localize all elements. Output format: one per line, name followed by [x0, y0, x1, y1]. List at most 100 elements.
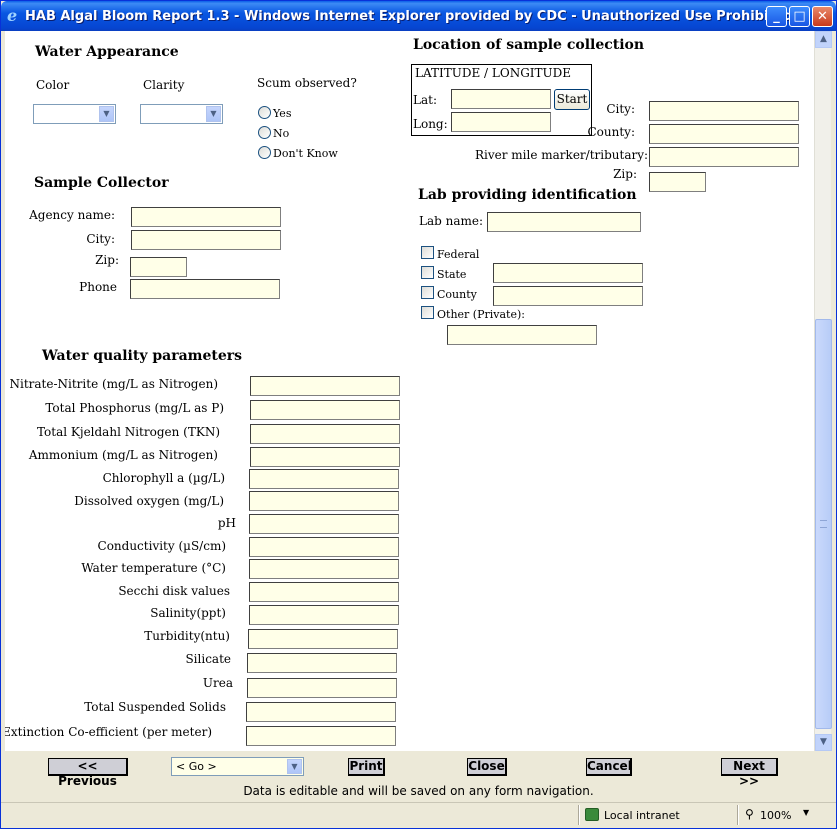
clarity-select[interactable]: ▼: [140, 104, 223, 124]
federal-label: Federal: [437, 248, 480, 261]
water-quality-heading: Water quality parameters: [42, 348, 243, 364]
phone-input[interactable]: [130, 279, 280, 299]
maximize-button[interactable]: □: [789, 6, 810, 27]
cancel-button[interactable]: Cancel: [586, 758, 632, 776]
wq-param-input[interactable]: [247, 678, 397, 698]
lab-county-input[interactable]: [493, 286, 643, 306]
wq-param-input[interactable]: [248, 629, 398, 649]
previous-button[interactable]: << Previous: [48, 758, 128, 788]
collector-city-label: City:: [86, 232, 115, 246]
scroll-up-icon[interactable]: ▲: [815, 31, 832, 48]
county-checkbox[interactable]: [421, 286, 434, 299]
go-select[interactable]: < Go > ▼: [171, 757, 304, 776]
wq-param-label: Turbidity(ntu): [144, 629, 230, 643]
zoom-level[interactable]: 100%: [760, 809, 791, 822]
close-button[interactable]: Close: [467, 758, 507, 776]
other-label: Other (Private):: [437, 308, 525, 321]
scroll-down-icon[interactable]: ▼: [815, 734, 832, 751]
zone-label: Local intranet: [604, 809, 680, 822]
state-checkbox[interactable]: [421, 266, 434, 279]
next-button[interactable]: Next >>: [721, 758, 778, 788]
wq-param-input[interactable]: [249, 491, 399, 511]
lat-label: Lat:: [413, 93, 437, 107]
wq-param-label: Secchi disk values: [118, 584, 230, 598]
sample-collector-heading: Sample Collector: [34, 175, 169, 191]
scum-dontknow-radio[interactable]: [258, 146, 271, 159]
scum-dontknow-label: Don't Know: [273, 147, 338, 160]
wq-param-input[interactable]: [249, 559, 399, 579]
color-select[interactable]: ▼: [33, 104, 116, 124]
wq-param-input[interactable]: [250, 400, 400, 420]
location-city-input[interactable]: [649, 101, 799, 121]
chevron-down-icon: ▼: [99, 106, 114, 122]
status-divider: [578, 805, 580, 825]
wq-param-input[interactable]: [249, 537, 399, 557]
wq-param-label: Urea: [202, 676, 233, 690]
wq-param-input[interactable]: [249, 582, 399, 602]
wq-param-label: Chlorophyll a (µg/L): [102, 471, 225, 485]
wq-param-label: Water temperature (°C): [81, 561, 226, 575]
form-navigation: << Previous < Go > ▼ Print Close Cancel N…: [1, 751, 836, 801]
wq-param-label: Total Kjeldahl Nitrogen (TKN): [36, 425, 220, 439]
lab-heading: Lab providing identification: [418, 187, 637, 203]
chevron-down-icon: ▼: [206, 106, 221, 122]
wq-param-label: Salinity(ppt): [150, 606, 226, 620]
wq-param-label: Ammonium (mg/L as Nitrogen): [28, 448, 218, 462]
state-input[interactable]: [493, 263, 643, 283]
other-input[interactable]: [447, 325, 597, 345]
wq-param-input[interactable]: [250, 376, 400, 396]
county-label: County:: [587, 125, 635, 139]
long-label: Long:: [413, 117, 448, 131]
county-option-label: County: [437, 288, 477, 301]
wq-param-label: Nitrate-Nitrite (mg/L as Nitrogen): [9, 377, 218, 391]
wq-param-input[interactable]: [250, 447, 400, 467]
ie-icon: e: [7, 6, 18, 25]
wq-param-input[interactable]: [249, 605, 399, 625]
location-county-input[interactable]: [649, 124, 799, 144]
agency-label: Agency name:: [29, 208, 115, 222]
location-zip-label: Zip:: [613, 167, 637, 181]
status-divider: [737, 805, 739, 825]
browser-window: e HAB Algal Bloom Report 1.3 - Windows I…: [0, 0, 837, 829]
collector-zip-input[interactable]: [130, 257, 187, 277]
grip-icon: [820, 520, 827, 528]
wq-param-input[interactable]: [246, 726, 396, 746]
close-window-button[interactable]: ✕: [812, 6, 833, 27]
river-input[interactable]: [649, 147, 799, 167]
chevron-down-icon: ▼: [287, 759, 302, 774]
wq-param-label: Dissolved oxygen (mg/L): [74, 494, 224, 508]
lat-input[interactable]: [451, 89, 551, 109]
lab-name-input[interactable]: [487, 212, 641, 232]
long-input[interactable]: [451, 112, 551, 132]
phone-label: Phone: [79, 280, 117, 294]
wq-param-input[interactable]: [247, 653, 397, 673]
wq-param-label: Silicate: [185, 652, 231, 666]
wq-param-label: Total Phosphorus (mg/L as P): [45, 401, 224, 415]
scroll-thumb[interactable]: [815, 319, 832, 729]
collector-zip-label: Zip:: [95, 253, 119, 267]
vertical-scrollbar[interactable]: ▲ ▼: [814, 31, 832, 751]
form-content: Water Appearance Color ▼ Clarity ▼ Scum …: [5, 31, 814, 751]
agency-input[interactable]: [131, 207, 281, 227]
minimize-button[interactable]: _: [766, 6, 787, 27]
title-bar: e HAB Algal Bloom Report 1.3 - Windows I…: [1, 1, 836, 31]
wq-param-input[interactable]: [249, 469, 399, 489]
save-message: Data is editable and will be saved on an…: [243, 784, 594, 798]
river-label: River mile marker/tributary:: [475, 148, 649, 162]
other-checkbox[interactable]: [421, 306, 434, 319]
scum-yes-radio[interactable]: [258, 106, 271, 119]
water-appearance-heading: Water Appearance: [35, 44, 179, 60]
wq-param-label: pH: [217, 516, 236, 530]
chevron-down-icon[interactable]: ▼: [803, 808, 809, 817]
federal-checkbox[interactable]: [421, 246, 434, 259]
location-zip-input[interactable]: [649, 172, 706, 192]
scum-label: Scum observed?: [257, 76, 357, 90]
wq-param-input[interactable]: [246, 702, 396, 722]
scum-no-radio[interactable]: [258, 126, 271, 139]
state-label: State: [437, 268, 467, 281]
city-label: City:: [606, 102, 635, 116]
collector-city-input[interactable]: [131, 230, 281, 250]
print-button[interactable]: Print: [348, 758, 385, 776]
wq-param-input[interactable]: [250, 424, 400, 444]
wq-param-input[interactable]: [249, 514, 399, 534]
